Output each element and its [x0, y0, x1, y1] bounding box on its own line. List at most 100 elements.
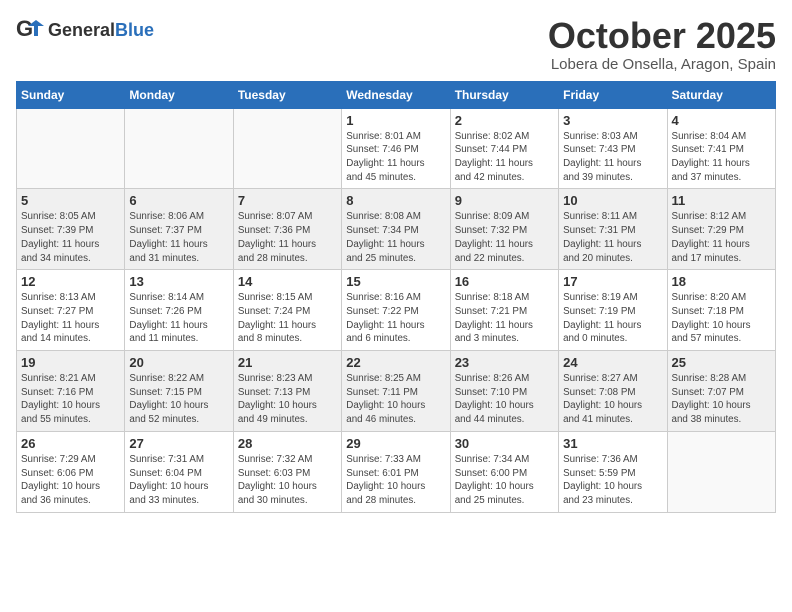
day-info: Sunrise: 7:31 AMSunset: 6:04 PMDaylight:… — [129, 453, 228, 508]
day-number: 30 — [455, 436, 554, 451]
logo-text-general: General — [48, 20, 115, 40]
table-row — [667, 431, 775, 512]
col-friday: Friday — [559, 81, 667, 108]
title-area: October 2025 Lobera de Onsella, Aragon, … — [548, 16, 776, 73]
day-info: Sunrise: 8:19 AMSunset: 7:19 PMDaylight:… — [563, 291, 662, 346]
table-row: 18 Sunrise: 8:20 AMSunset: 7:18 PMDayligh… — [667, 270, 775, 351]
day-number: 11 — [672, 193, 771, 208]
day-number: 3 — [563, 113, 662, 128]
day-info: Sunrise: 8:13 AMSunset: 7:27 PMDaylight:… — [21, 291, 120, 346]
logo: G GeneralBlue — [16, 16, 154, 44]
table-row: 9Sunrise: 8:09 AMSunset: 7:32 PMDaylight… — [450, 189, 558, 270]
table-row: 12 Sunrise: 8:13 AMSunset: 7:27 PMDayligh… — [17, 270, 125, 351]
day-number: 2 — [455, 113, 554, 128]
logo-text-blue: Blue — [115, 20, 154, 40]
col-saturday: Saturday — [667, 81, 775, 108]
table-row: 26 Sunrise: 7:29 AMSunset: 6:06 PMDayligh… — [17, 431, 125, 512]
table-row: 22 Sunrise: 8:25 AMSunset: 7:11 PMDayligh… — [342, 351, 450, 432]
day-info: Sunrise: 8:07 AMSunset: 7:36 PMDaylight:… — [238, 210, 337, 265]
day-info: Sunrise: 8:15 AMSunset: 7:24 PMDaylight:… — [238, 291, 337, 346]
table-row: 15Sunrise: 8:16 AMSunset: 7:22 PMDayligh… — [342, 270, 450, 351]
day-number: 21 — [238, 355, 337, 370]
day-number: 18 — [672, 274, 771, 289]
page-header: G GeneralBlue October 2025 Lobera de Ons… — [16, 16, 776, 73]
day-number: 20 — [129, 355, 228, 370]
day-info: Sunrise: 8:22 AMSunset: 7:15 PMDaylight:… — [129, 372, 228, 427]
day-info: Sunrise: 8:11 AMSunset: 7:31 PMDaylight:… — [563, 210, 662, 265]
table-row: 2 Sunrise: 8:02 AMSunset: 7:44 PMDaylight… — [450, 108, 558, 189]
table-row — [125, 108, 233, 189]
day-number: 7 — [238, 193, 337, 208]
svg-text:G: G — [16, 16, 33, 41]
table-row: 13 Sunrise: 8:14 AMSunset: 7:26 PMDayligh… — [125, 270, 233, 351]
col-sunday: Sunday — [17, 81, 125, 108]
table-row: 29 Sunrise: 7:33 AMSunset: 6:01 PMDayligh… — [342, 431, 450, 512]
day-info: Sunrise: 7:34 AMSunset: 6:00 PMDaylight:… — [455, 453, 554, 508]
day-number: 26 — [21, 436, 120, 451]
col-monday: Monday — [125, 81, 233, 108]
table-row: 28Sunrise: 7:32 AMSunset: 6:03 PMDayligh… — [233, 431, 341, 512]
day-number: 14 — [238, 274, 337, 289]
table-row — [233, 108, 341, 189]
table-row: 1Sunrise: 8:01 AMSunset: 7:46 PMDaylight… — [342, 108, 450, 189]
day-info: Sunrise: 8:25 AMSunset: 7:11 PMDaylight:… — [346, 372, 445, 427]
day-number: 13 — [129, 274, 228, 289]
day-info: Sunrise: 8:05 AMSunset: 7:39 PMDaylight:… — [21, 210, 120, 265]
calendar-header-row: Sunday Monday Tuesday Wednesday Thursday… — [17, 81, 776, 108]
day-info: Sunrise: 8:14 AMSunset: 7:26 PMDaylight:… — [129, 291, 228, 346]
day-info: Sunrise: 7:36 AMSunset: 5:59 PMDaylight:… — [563, 453, 662, 508]
day-number: 12 — [21, 274, 120, 289]
day-info: Sunrise: 8:06 AMSunset: 7:37 PMDaylight:… — [129, 210, 228, 265]
calendar-week-row: 26 Sunrise: 7:29 AMSunset: 6:06 PMDayligh… — [17, 431, 776, 512]
table-row: 14 Sunrise: 8:15 AMSunset: 7:24 PMDayligh… — [233, 270, 341, 351]
col-thursday: Thursday — [450, 81, 558, 108]
calendar-week-row: 19Sunrise: 8:21 AMSunset: 7:16 PMDayligh… — [17, 351, 776, 432]
day-info: Sunrise: 8:04 AMSunset: 7:41 PMDaylight:… — [672, 130, 771, 185]
day-number: 8 — [346, 193, 445, 208]
day-info: Sunrise: 8:20 AMSunset: 7:18 PMDaylight:… — [672, 291, 771, 346]
table-row: 19Sunrise: 8:21 AMSunset: 7:16 PMDayligh… — [17, 351, 125, 432]
day-info: Sunrise: 8:23 AMSunset: 7:13 PMDaylight:… — [238, 372, 337, 427]
month-title: October 2025 — [548, 16, 776, 56]
calendar-week-row: 5 Sunrise: 8:05 AMSunset: 7:39 PMDaylight… — [17, 189, 776, 270]
day-info: Sunrise: 7:33 AMSunset: 6:01 PMDaylight:… — [346, 453, 445, 508]
day-number: 27 — [129, 436, 228, 451]
day-info: Sunrise: 7:29 AMSunset: 6:06 PMDaylight:… — [21, 453, 120, 508]
table-row: 10 Sunrise: 8:11 AMSunset: 7:31 PMDayligh… — [559, 189, 667, 270]
day-number: 6 — [129, 193, 228, 208]
calendar-week-row: 12 Sunrise: 8:13 AMSunset: 7:27 PMDayligh… — [17, 270, 776, 351]
day-number: 10 — [563, 193, 662, 208]
day-number: 19 — [21, 355, 120, 370]
table-row: 16 Sunrise: 8:18 AMSunset: 7:21 PMDayligh… — [450, 270, 558, 351]
table-row: 21 Sunrise: 8:23 AMSunset: 7:13 PMDayligh… — [233, 351, 341, 432]
day-info: Sunrise: 8:27 AMSunset: 7:08 PMDaylight:… — [563, 372, 662, 427]
day-info: Sunrise: 8:08 AMSunset: 7:34 PMDaylight:… — [346, 210, 445, 265]
table-row: 23Sunrise: 8:26 AMSunset: 7:10 PMDayligh… — [450, 351, 558, 432]
day-number: 28 — [238, 436, 337, 451]
day-info: Sunrise: 8:16 AMSunset: 7:22 PMDaylight:… — [346, 291, 445, 346]
day-info: Sunrise: 8:26 AMSunset: 7:10 PMDaylight:… — [455, 372, 554, 427]
table-row: 27 Sunrise: 7:31 AMSunset: 6:04 PMDayligh… — [125, 431, 233, 512]
table-row: 31Sunrise: 7:36 AMSunset: 5:59 PMDayligh… — [559, 431, 667, 512]
day-number: 22 — [346, 355, 445, 370]
day-number: 5 — [21, 193, 120, 208]
day-number: 24 — [563, 355, 662, 370]
calendar-week-row: 1Sunrise: 8:01 AMSunset: 7:46 PMDaylight… — [17, 108, 776, 189]
col-wednesday: Wednesday — [342, 81, 450, 108]
table-row: 5 Sunrise: 8:05 AMSunset: 7:39 PMDaylight… — [17, 189, 125, 270]
table-row: 30 Sunrise: 7:34 AMSunset: 6:00 PMDayligh… — [450, 431, 558, 512]
col-tuesday: Tuesday — [233, 81, 341, 108]
table-row: 20 Sunrise: 8:22 AMSunset: 7:15 PMDayligh… — [125, 351, 233, 432]
day-number: 9 — [455, 193, 554, 208]
logo-icon: G — [16, 16, 44, 44]
table-row: 6 Sunrise: 8:06 AMSunset: 7:37 PMDaylight… — [125, 189, 233, 270]
day-number: 29 — [346, 436, 445, 451]
day-number: 25 — [672, 355, 771, 370]
day-number: 16 — [455, 274, 554, 289]
table-row: 7 Sunrise: 8:07 AMSunset: 7:36 PMDaylight… — [233, 189, 341, 270]
day-info: Sunrise: 8:12 AMSunset: 7:29 PMDaylight:… — [672, 210, 771, 265]
day-info: Sunrise: 8:03 AMSunset: 7:43 PMDaylight:… — [563, 130, 662, 185]
day-info: Sunrise: 8:02 AMSunset: 7:44 PMDaylight:… — [455, 130, 554, 185]
table-row: 24 Sunrise: 8:27 AMSunset: 7:08 PMDayligh… — [559, 351, 667, 432]
day-info: Sunrise: 8:18 AMSunset: 7:21 PMDaylight:… — [455, 291, 554, 346]
